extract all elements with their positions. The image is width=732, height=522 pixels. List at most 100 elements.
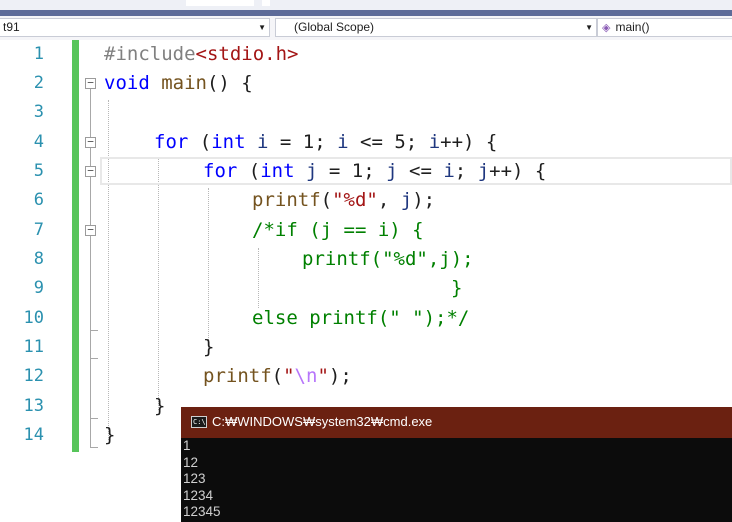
code-line-12: printf("\n"); bbox=[203, 362, 352, 391]
title-area bbox=[0, 0, 732, 16]
chevron-down-icon[interactable]: ▼ bbox=[258, 19, 266, 36]
line-number: 13 bbox=[23, 396, 44, 416]
console-output: 1 12 123 1234 12345 bbox=[183, 438, 221, 521]
string-literal: " bbox=[283, 365, 295, 387]
change-indicator-bar bbox=[72, 40, 79, 452]
code-line-2: void main() { bbox=[104, 69, 253, 98]
code-line-13: } bbox=[154, 395, 166, 417]
keyword: for bbox=[154, 131, 189, 153]
variable: i bbox=[337, 131, 349, 153]
scope-dropdown[interactable]: (Global Scope) ▼ bbox=[275, 18, 597, 37]
line-number: 3 bbox=[33, 102, 44, 122]
line-number: 1 bbox=[33, 44, 44, 64]
line-number: 2 bbox=[33, 73, 44, 93]
number-literal: 1 bbox=[302, 131, 315, 153]
line-number: 5 bbox=[33, 161, 44, 181]
collapse-icon[interactable]: − bbox=[85, 165, 96, 177]
function-dropdown-value: main() bbox=[615, 20, 650, 34]
outline-line bbox=[90, 236, 92, 448]
console-title: C:₩WINDOWS₩system32₩cmd.exe bbox=[212, 414, 433, 429]
preprocessor-directive: #include bbox=[104, 43, 196, 65]
line-number: 4 bbox=[33, 132, 44, 152]
string-literal: "%d" bbox=[332, 189, 378, 211]
code-text: ; bbox=[405, 131, 429, 153]
code-line-1: #include<stdio.h> bbox=[104, 40, 298, 69]
line-number: 12 bbox=[23, 366, 44, 386]
line-number: 11 bbox=[23, 337, 44, 357]
line-number: 7 bbox=[33, 220, 44, 240]
console-titlebar[interactable]: C:\ C:₩WINDOWS₩system32₩cmd.exe bbox=[181, 407, 732, 438]
variable: j bbox=[386, 160, 398, 182]
indent-guide bbox=[208, 188, 209, 350]
variable: j bbox=[306, 160, 318, 182]
outline-end bbox=[90, 418, 98, 419]
code-text: ; bbox=[314, 131, 338, 153]
console-output-line: 123 bbox=[183, 471, 206, 486]
string-literal: " bbox=[317, 365, 329, 387]
outline-line bbox=[90, 177, 92, 225]
variable: i bbox=[443, 160, 455, 182]
code-text: ; bbox=[454, 160, 478, 182]
code-text: <= bbox=[348, 131, 395, 153]
outline-end bbox=[90, 358, 98, 359]
code-line-4: for (int i = 1; i <= 5; i++) { bbox=[154, 131, 498, 153]
function-cube-icon: ◈ bbox=[602, 22, 611, 34]
keyword: void bbox=[104, 72, 150, 94]
cmd-icon: C:\ bbox=[191, 416, 207, 428]
keyword: int bbox=[211, 131, 246, 153]
variable: j bbox=[477, 160, 490, 182]
code-text: ( bbox=[271, 365, 284, 387]
indent-guide bbox=[108, 100, 109, 440]
code-text: ); bbox=[412, 189, 436, 211]
line-number: 9 bbox=[33, 278, 44, 298]
escape-sequence: \n bbox=[294, 365, 318, 387]
navigation-bar: t91 ▼ (Global Scope) ▼ ◈ main() bbox=[0, 16, 732, 41]
outline-end bbox=[90, 447, 98, 448]
outline-line bbox=[90, 89, 92, 141]
code-line-14: } bbox=[104, 424, 116, 446]
tab-stub[interactable] bbox=[262, 0, 270, 6]
code-text: , bbox=[377, 189, 401, 211]
code-line-10: else printf(" ");*/ bbox=[252, 307, 470, 329]
line-number: 14 bbox=[23, 425, 44, 445]
project-dropdown[interactable]: t91 ▼ bbox=[0, 18, 270, 37]
code-text: ++) { bbox=[440, 131, 498, 153]
number-literal: 1 bbox=[351, 160, 364, 182]
function-name: main bbox=[161, 72, 207, 94]
code-text: ( bbox=[320, 189, 333, 211]
code-text: ); bbox=[328, 365, 352, 387]
function-dropdown[interactable]: ◈ main() bbox=[597, 18, 732, 37]
console-output-line: 1 bbox=[183, 438, 191, 453]
variable: j bbox=[400, 189, 413, 211]
code-line-11: } bbox=[203, 336, 215, 358]
project-dropdown-value: t91 bbox=[3, 20, 20, 34]
code-line-8: printf("%d",j); bbox=[302, 248, 474, 270]
console-output-line: 1234 bbox=[183, 487, 214, 503]
collapse-icon[interactable]: − bbox=[85, 77, 96, 89]
include-header: <stdio.h> bbox=[195, 43, 299, 65]
code-line-5: for (int j = 1; j <= i; j++) { bbox=[203, 160, 547, 182]
code-text: ++) { bbox=[489, 160, 547, 182]
code-text: = bbox=[317, 160, 352, 182]
outline-line bbox=[90, 148, 92, 166]
code-line-7: /*if (j == i) { bbox=[252, 219, 424, 241]
console-window[interactable]: C:\ C:₩WINDOWS₩system32₩cmd.exe 1 12 123 12… bbox=[181, 407, 732, 522]
code-text: ; bbox=[363, 160, 387, 182]
variable: i bbox=[257, 131, 269, 153]
line-number: 8 bbox=[33, 249, 44, 269]
collapse-icon[interactable]: − bbox=[85, 224, 96, 236]
code-text: () { bbox=[206, 72, 253, 94]
code-text: <= bbox=[397, 160, 444, 182]
code-text: = bbox=[268, 131, 303, 153]
chevron-down-icon[interactable]: ▼ bbox=[585, 19, 593, 36]
indent-guide bbox=[158, 158, 159, 410]
number-literal: 5 bbox=[394, 131, 406, 153]
line-number: 6 bbox=[33, 190, 44, 210]
function-call: printf bbox=[203, 365, 272, 387]
console-output-line: 12 bbox=[183, 454, 199, 470]
keyword: for bbox=[203, 160, 238, 182]
tab-stub[interactable] bbox=[186, 0, 254, 6]
collapse-icon[interactable]: − bbox=[85, 136, 96, 148]
line-number: 10 bbox=[23, 308, 44, 328]
outline-end bbox=[90, 330, 98, 331]
